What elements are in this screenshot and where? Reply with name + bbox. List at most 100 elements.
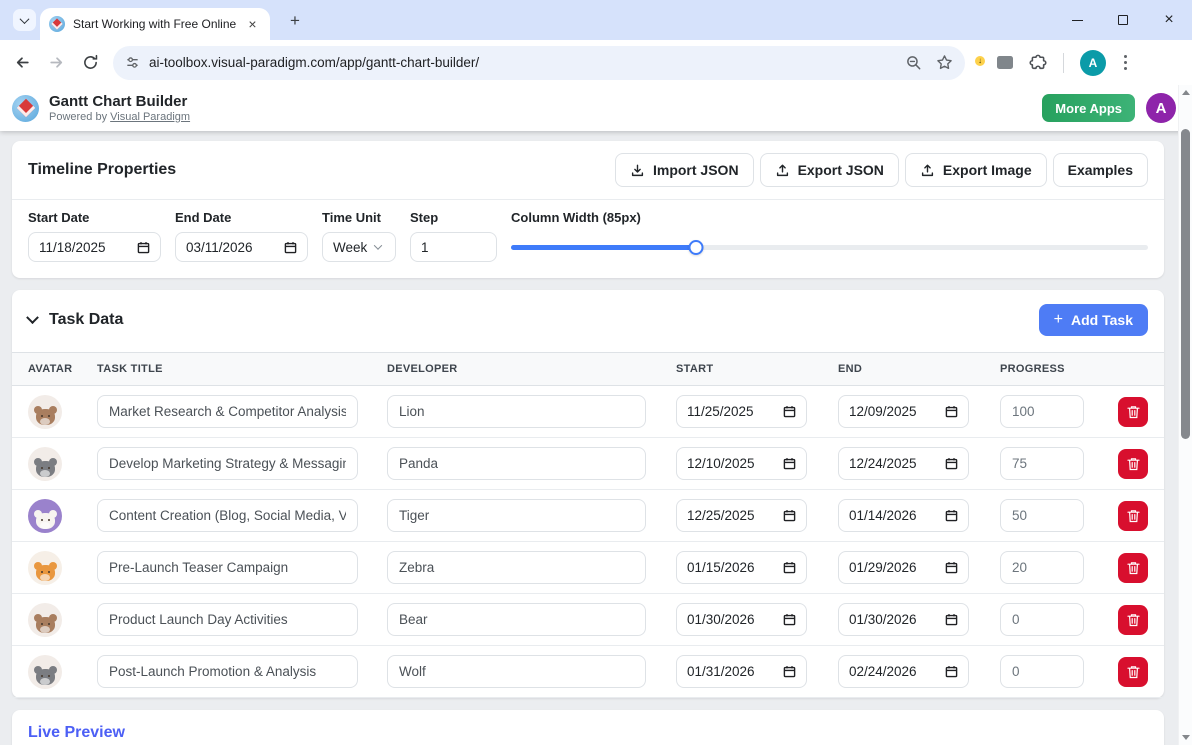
calendar-icon[interactable] — [945, 665, 958, 678]
calendar-icon[interactable] — [945, 613, 958, 626]
import-json-button[interactable]: Import JSON — [615, 153, 754, 187]
calendar-icon[interactable] — [783, 561, 796, 574]
zoom-out-button[interactable] — [905, 54, 922, 71]
table-row: 12/25/2025 01/14/2026 — [12, 490, 1164, 542]
calendar-icon[interactable] — [945, 509, 958, 522]
add-task-button[interactable]: + Add Task — [1039, 304, 1148, 336]
scrollbar-thumb[interactable] — [1181, 129, 1190, 439]
delete-task-button[interactable] — [1118, 657, 1148, 687]
developer-input[interactable] — [387, 551, 646, 584]
time-unit-select[interactable]: Week — [322, 232, 396, 262]
end-date-input[interactable]: 01/29/2026 — [838, 551, 969, 584]
forward-button[interactable] — [39, 46, 73, 80]
address-bar[interactable]: ai-toolbox.visual-paradigm.com/app/gantt… — [113, 46, 965, 80]
table-row: 01/31/2026 02/24/2026 — [12, 646, 1164, 698]
start-date-input[interactable]: 01/15/2026 — [676, 551, 807, 584]
progress-input[interactable] — [1000, 395, 1084, 428]
trash-icon — [1127, 665, 1140, 679]
end-date-input[interactable]: 01/30/2026 — [838, 603, 969, 636]
start-date-input[interactable]: 01/31/2026 — [676, 655, 807, 688]
maximize-icon — [1118, 15, 1128, 25]
end-date-input[interactable]: 12/24/2025 — [838, 447, 969, 480]
tab-close-icon[interactable]: × — [244, 16, 261, 33]
progress-input[interactable] — [1000, 551, 1084, 584]
calendar-icon[interactable] — [783, 613, 796, 626]
start-date-input[interactable]: 11/25/2025 — [676, 395, 807, 428]
maximize-button[interactable] — [1100, 0, 1146, 40]
col-start: START — [676, 363, 838, 375]
browser-profile-avatar[interactable]: A — [1080, 50, 1106, 76]
end-date-input[interactable]: 12/09/2025 — [838, 395, 969, 428]
trash-icon — [1127, 613, 1140, 627]
browser-menu-button[interactable] — [1122, 53, 1129, 71]
developer-input[interactable] — [387, 499, 646, 532]
delete-task-button[interactable] — [1118, 605, 1148, 635]
minimize-button[interactable] — [1054, 0, 1100, 40]
tune-icon — [125, 55, 140, 70]
task-data-title: Task Data — [49, 311, 123, 329]
user-avatar[interactable]: A — [1146, 93, 1176, 123]
task-table-header: AVATAR TASK TITLE DEVELOPER START END PR… — [12, 352, 1164, 386]
end-date-input[interactable]: 01/14/2026 — [838, 499, 969, 532]
scroll-down-arrow-icon[interactable] — [1182, 735, 1190, 740]
visual-paradigm-link[interactable]: Visual Paradigm — [110, 111, 190, 123]
calendar-icon[interactable] — [945, 405, 958, 418]
browser-tab[interactable]: Start Working with Free Online × — [40, 8, 270, 40]
bookmark-button[interactable] — [936, 54, 953, 71]
developer-input[interactable] — [387, 447, 646, 480]
tab-search-button[interactable] — [13, 9, 36, 31]
task-title-input[interactable] — [97, 499, 358, 532]
reload-button[interactable] — [73, 46, 107, 80]
task-title-input[interactable] — [97, 603, 358, 636]
calendar-icon[interactable] — [783, 509, 796, 522]
developer-input[interactable] — [387, 603, 646, 636]
comment-bubble-icon[interactable] — [997, 56, 1013, 69]
task-title-input[interactable] — [97, 447, 358, 480]
calendar-icon[interactable] — [783, 405, 796, 418]
close-button[interactable]: × — [1146, 0, 1192, 40]
delete-task-button[interactable] — [1118, 449, 1148, 479]
start-date-input[interactable]: 01/30/2026 — [676, 603, 807, 636]
examples-button[interactable]: Examples — [1053, 153, 1148, 187]
calendar-icon[interactable] — [284, 241, 297, 254]
tab-title: Start Working with Free Online — [73, 17, 238, 31]
slider-thumb[interactable] — [688, 240, 703, 255]
window-controls: × — [1054, 0, 1192, 40]
collapse-chevron-icon[interactable] — [26, 311, 39, 324]
delete-task-button[interactable] — [1118, 501, 1148, 531]
task-title-input[interactable] — [97, 395, 358, 428]
scroll-up-arrow-icon[interactable] — [1182, 90, 1190, 95]
progress-input[interactable] — [1000, 499, 1084, 532]
start-date-input[interactable]: 12/25/2025 — [676, 499, 807, 532]
task-title-input[interactable] — [97, 551, 358, 584]
progress-input[interactable] — [1000, 655, 1084, 688]
col-task-title: TASK TITLE — [97, 363, 387, 375]
delete-task-button[interactable] — [1118, 397, 1148, 427]
calendar-icon[interactable] — [783, 665, 796, 678]
start-date-input[interactable]: 11/18/2025 — [28, 232, 161, 262]
export-image-button[interactable]: Export Image — [905, 153, 1047, 187]
end-date-input[interactable]: 02/24/2026 — [838, 655, 969, 688]
extensions-button[interactable] — [1029, 54, 1047, 72]
start-date-label: Start Date — [28, 210, 161, 225]
column-width-slider[interactable] — [511, 232, 1148, 262]
delete-task-button[interactable] — [1118, 553, 1148, 583]
calendar-icon[interactable] — [945, 457, 958, 470]
more-apps-button[interactable]: More Apps — [1042, 94, 1135, 122]
progress-input[interactable] — [1000, 603, 1084, 636]
developer-input[interactable] — [387, 395, 646, 428]
end-date-input[interactable]: 03/11/2026 — [175, 232, 308, 262]
minimize-icon — [1072, 20, 1083, 21]
back-button[interactable] — [5, 46, 39, 80]
calendar-icon[interactable] — [137, 241, 150, 254]
start-date-input[interactable]: 12/10/2025 — [676, 447, 807, 480]
calendar-icon[interactable] — [783, 457, 796, 470]
export-json-button[interactable]: Export JSON — [760, 153, 899, 187]
progress-input[interactable] — [1000, 447, 1084, 480]
task-title-input[interactable] — [97, 655, 358, 688]
page-scrollbar[interactable] — [1178, 85, 1192, 745]
new-tab-button[interactable]: + — [283, 9, 307, 33]
calendar-icon[interactable] — [945, 561, 958, 574]
step-input[interactable]: 1 — [410, 232, 497, 262]
developer-input[interactable] — [387, 655, 646, 688]
